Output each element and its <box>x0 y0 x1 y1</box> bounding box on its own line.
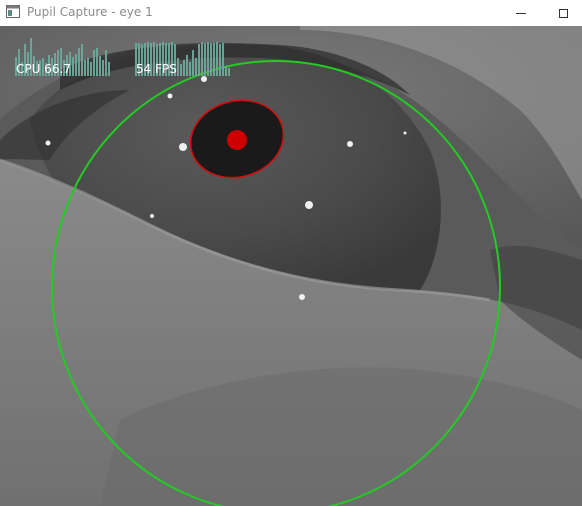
minimize-button[interactable] <box>498 0 544 26</box>
app-window: Pupil Capture - eye 1 CPU 66.7 54 FPS <box>0 0 582 506</box>
eye-image <box>0 26 582 506</box>
maximize-icon <box>558 8 568 18</box>
pupil-center-dot <box>227 130 247 150</box>
window-title: Pupil Capture - eye 1 <box>27 5 153 19</box>
eye-camera-view[interactable]: CPU 66.7 54 FPS <box>0 26 582 506</box>
title-bar[interactable]: Pupil Capture - eye 1 <box>0 0 582 26</box>
minimize-icon <box>516 12 526 14</box>
cpu-usage-text: CPU 66.7 <box>16 62 71 76</box>
app-window-icon <box>6 5 20 18</box>
fps-text: 54 FPS <box>136 62 177 76</box>
maximize-button[interactable] <box>544 0 582 26</box>
